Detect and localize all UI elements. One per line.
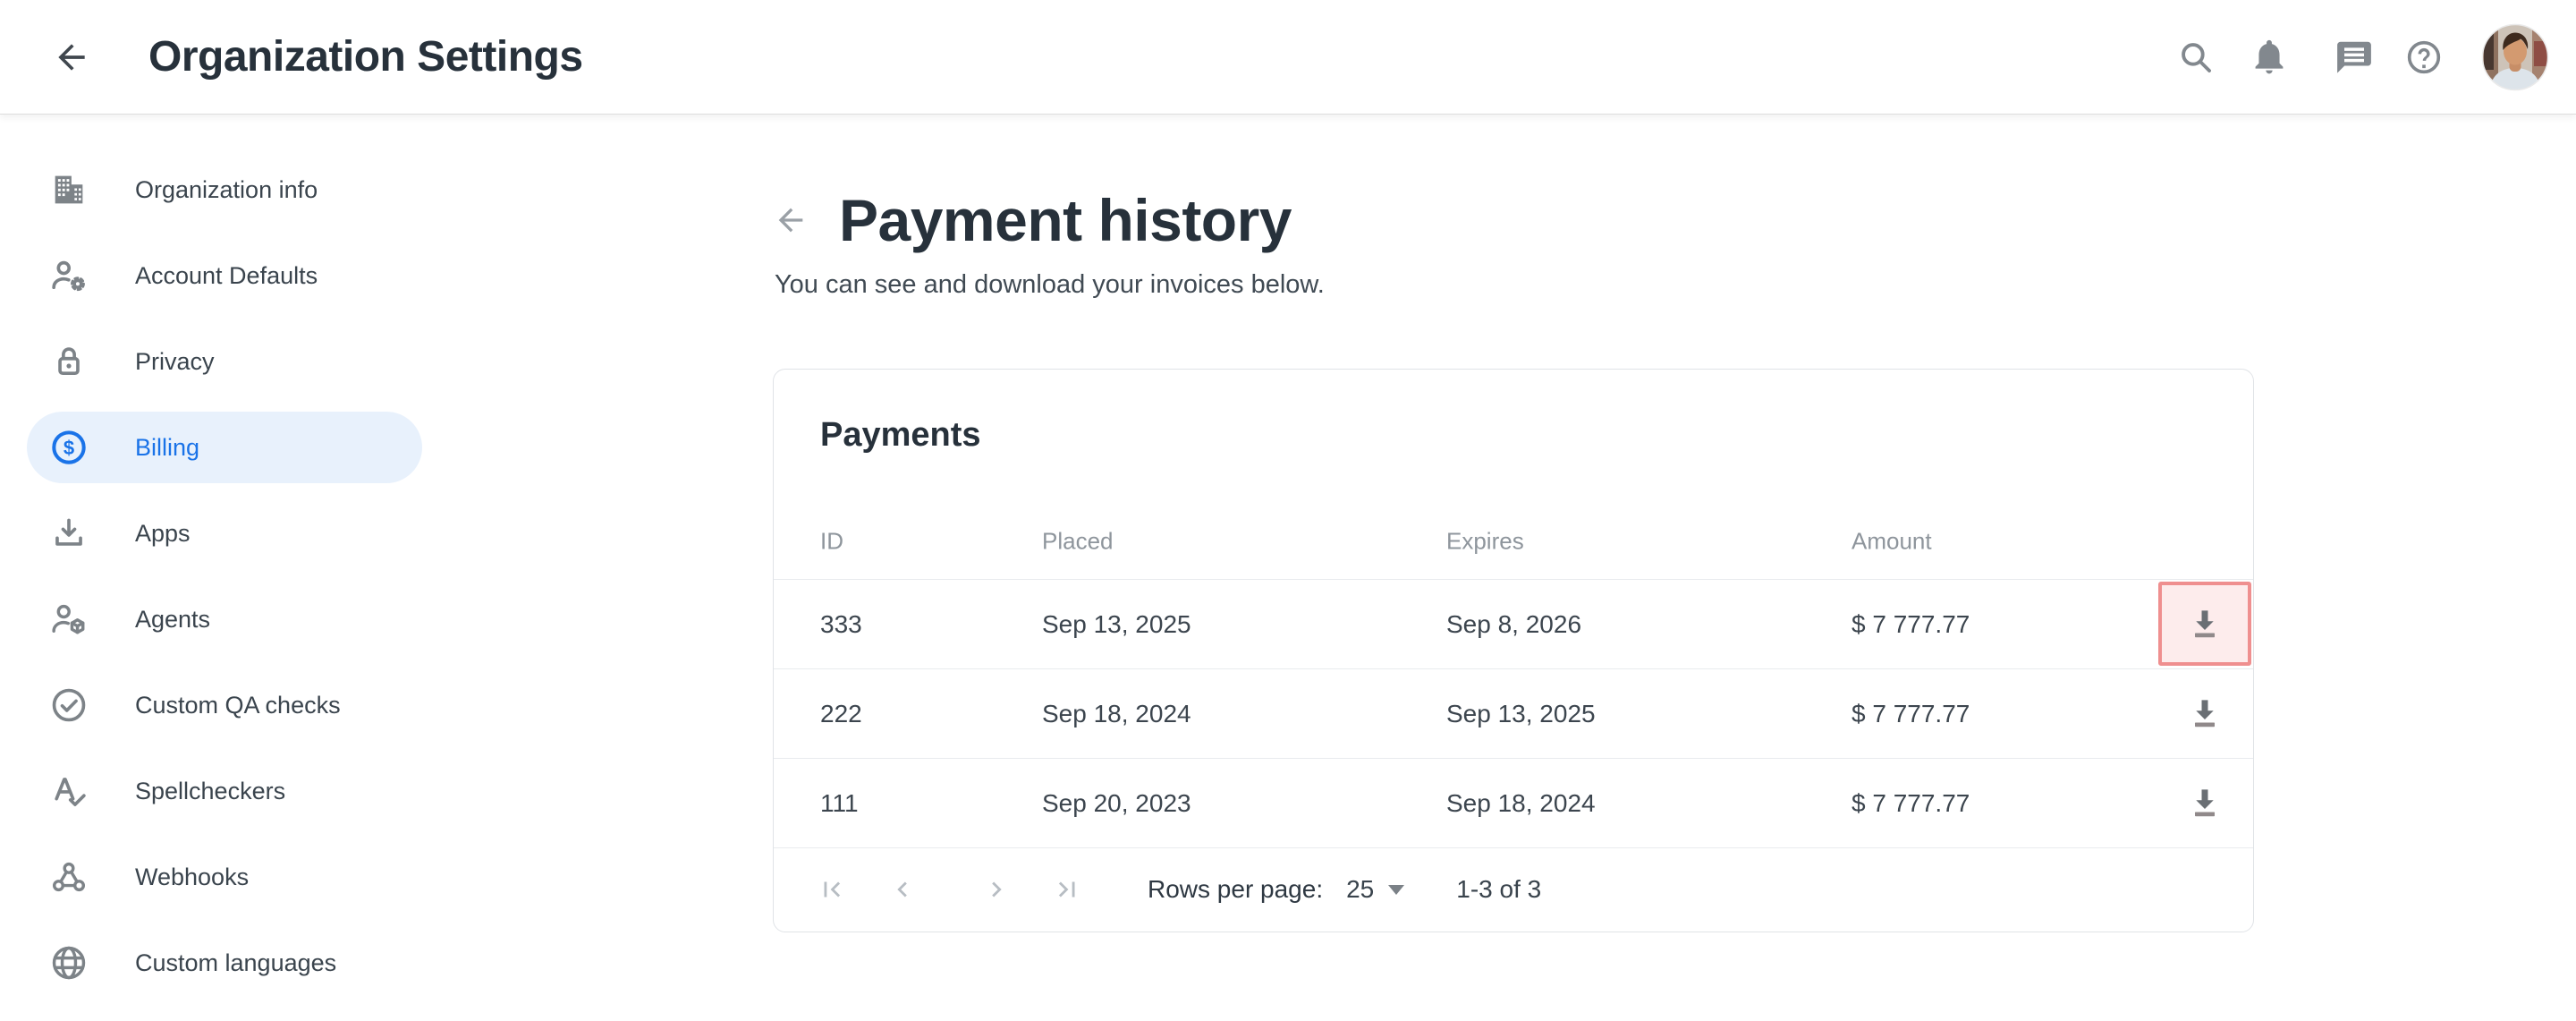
rows-per-page-select[interactable]: 25 — [1346, 875, 1404, 904]
sidebar-item-label: Custom languages — [135, 949, 336, 977]
last-page-button[interactable] — [1046, 868, 1089, 911]
sidebar-item-privacy[interactable]: Privacy — [0, 319, 460, 404]
pagination-range-label: 1-3 of 3 — [1456, 875, 1541, 904]
sidebar-item-label: Apps — [135, 520, 191, 548]
back-arrow-icon — [52, 38, 91, 77]
sidebar-item-custom-qa-checks[interactable]: Custom QA checks — [0, 662, 460, 748]
person-gear-icon — [47, 254, 90, 297]
organization-settings-page: Organization Settings — [0, 0, 2576, 1021]
download-icon — [47, 512, 90, 555]
spellcheck-icon — [47, 770, 90, 813]
sidebar-item-label: Custom QA checks — [135, 692, 341, 719]
check-circle-icon — [47, 684, 90, 727]
notifications-button[interactable] — [2248, 36, 2291, 79]
previous-page-button[interactable] — [881, 868, 924, 911]
person-cube-icon — [47, 598, 90, 641]
sidebar-item-apps[interactable]: Apps — [0, 490, 460, 576]
table-row: 333 Sep 13, 2025 Sep 8, 2026 $ 7 777.77 — [774, 580, 2253, 669]
cell-id: 333 — [820, 610, 862, 639]
search-icon — [2176, 38, 2216, 77]
webhook-icon — [47, 855, 90, 898]
first-page-icon — [817, 874, 847, 905]
column-header-placed: Placed — [1042, 528, 1114, 556]
sidebar-item-label: Billing — [135, 434, 199, 462]
download-icon — [2185, 604, 2224, 643]
sidebar-item-spellcheckers[interactable]: Spellcheckers — [0, 748, 460, 834]
page-title: Organization Settings — [148, 32, 583, 81]
cell-id: 222 — [820, 700, 862, 728]
cell-id: 111 — [820, 789, 859, 818]
back-button[interactable] — [50, 36, 93, 79]
table-row: 222 Sep 18, 2024 Sep 13, 2025 $ 7 777.77 — [774, 669, 2253, 759]
chat-button[interactable] — [2333, 36, 2376, 79]
last-page-icon — [1052, 874, 1082, 905]
column-header-expires: Expires — [1446, 528, 1524, 556]
next-page-button[interactable] — [975, 868, 1018, 911]
sidebar-item-billing[interactable]: $ Billing — [0, 404, 460, 490]
table-header-row: ID Placed Expires Amount — [774, 504, 2253, 580]
rows-per-page-value: 25 — [1346, 875, 1374, 904]
sidebar-item-label: Account Defaults — [135, 262, 318, 290]
sidebar-item-agents[interactable]: Agents — [0, 576, 460, 662]
sidebar-item-label: Organization info — [135, 176, 318, 204]
download-icon — [2185, 783, 2224, 822]
download-invoice-button[interactable] — [2158, 671, 2251, 755]
chat-icon — [2334, 38, 2374, 77]
dollar-circle-icon: $ — [47, 426, 90, 469]
sidebar-item-label: Privacy — [135, 348, 215, 376]
cell-placed: Sep 13, 2025 — [1042, 610, 1191, 639]
bell-icon — [2250, 38, 2289, 77]
sidebar-item-label: Agents — [135, 606, 210, 634]
sidebar-item-webhooks[interactable]: Webhooks — [0, 834, 460, 920]
sidebar-item-account-defaults[interactable]: Account Defaults — [0, 233, 460, 319]
chevron-right-icon — [981, 874, 1012, 905]
chevron-down-icon — [1388, 885, 1404, 895]
help-icon — [2404, 38, 2444, 77]
help-button[interactable] — [2402, 36, 2445, 79]
main-content: Payment history You can see and download… — [460, 115, 2576, 1021]
sidebar-item-organization-info[interactable]: Organization info — [0, 147, 460, 233]
download-invoice-button[interactable] — [2158, 761, 2251, 845]
section-subtitle: You can see and download your invoices b… — [775, 270, 1325, 300]
rows-per-page-label: Rows per page: — [1148, 875, 1323, 904]
cell-expires: Sep 18, 2024 — [1446, 789, 1596, 818]
column-header-id: ID — [820, 528, 843, 556]
cell-expires: Sep 8, 2026 — [1446, 610, 1581, 639]
sidebar-item-custom-languages[interactable]: Custom languages — [0, 920, 460, 1006]
cell-placed: Sep 18, 2024 — [1042, 700, 1191, 728]
card-title: Payments — [820, 414, 2253, 455]
first-page-button[interactable] — [810, 868, 853, 911]
cell-placed: Sep 20, 2023 — [1042, 789, 1191, 818]
settings-sidebar: Organization info Account Defaults — [0, 115, 460, 1021]
chevron-left-icon — [887, 874, 918, 905]
download-invoice-button[interactable] — [2158, 582, 2251, 666]
cell-amount: $ 7 777.77 — [1852, 700, 1970, 728]
section-heading: Payment history — [839, 186, 1292, 254]
building-icon — [47, 168, 90, 211]
cell-expires: Sep 13, 2025 — [1446, 700, 1596, 728]
cell-amount: $ 7 777.77 — [1852, 610, 1970, 639]
table-row: 111 Sep 20, 2023 Sep 18, 2024 $ 7 777.77 — [774, 759, 2253, 848]
search-button[interactable] — [2174, 36, 2217, 79]
column-header-amount: Amount — [1852, 528, 1932, 556]
sidebar-item-label: Spellcheckers — [135, 778, 285, 805]
svg-text:$: $ — [64, 437, 74, 459]
globe-icon — [47, 941, 90, 984]
payments-card: Payments ID Placed Expires Amount 333 Se… — [773, 369, 2254, 932]
payment-history-back-button[interactable] — [769, 199, 812, 242]
user-avatar[interactable] — [2481, 23, 2549, 91]
table-pagination: Rows per page: 25 1-3 of 3 — [774, 847, 2253, 932]
cell-amount: $ 7 777.77 — [1852, 789, 1970, 818]
lock-icon — [47, 340, 90, 383]
back-arrow-icon — [773, 202, 809, 238]
sidebar-item-label: Webhooks — [135, 864, 249, 891]
download-icon — [2185, 693, 2224, 733]
top-app-bar: Organization Settings — [0, 0, 2576, 115]
